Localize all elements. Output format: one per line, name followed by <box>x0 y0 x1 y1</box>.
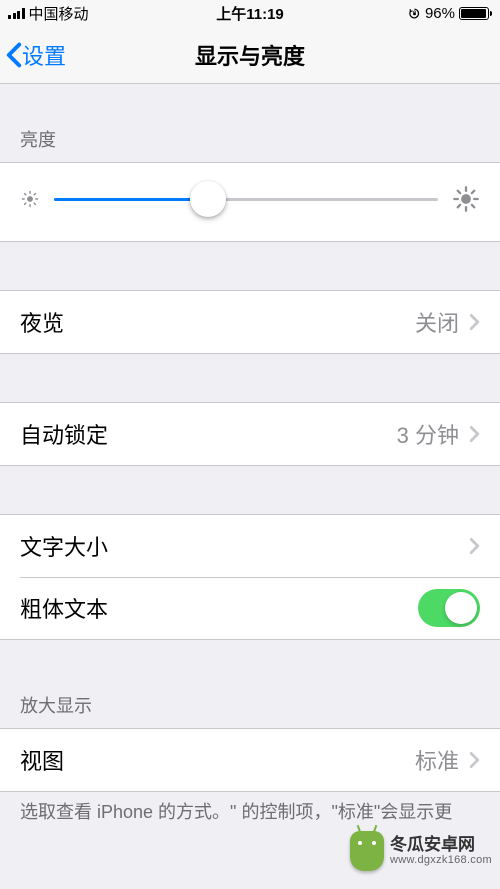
text-size-cell[interactable]: 文字大小 <box>0 515 500 577</box>
chevron-right-icon <box>469 425 480 443</box>
android-icon <box>350 831 384 871</box>
view-label: 视图 <box>20 744 64 776</box>
brightness-slider[interactable] <box>54 198 438 201</box>
back-button[interactable]: 设置 <box>6 39 66 71</box>
sun-large-icon <box>452 185 480 213</box>
watermark: 冬瓜安卓网 www.dgxzk168.com <box>350 831 492 871</box>
night-shift-cell[interactable]: 夜览 关闭 <box>0 291 500 353</box>
auto-lock-label: 自动锁定 <box>20 418 108 450</box>
battery-icon <box>459 7 492 20</box>
brightness-header: 亮度 <box>0 84 500 162</box>
chevron-left-icon <box>6 42 22 68</box>
auto-lock-cell[interactable]: 自动锁定 3 分钟 <box>0 403 500 465</box>
spacer <box>0 354 500 402</box>
page-title: 显示与亮度 <box>195 39 305 71</box>
battery-percent: 96% <box>425 5 455 22</box>
night-shift-label: 夜览 <box>20 306 64 338</box>
carrier-label: 中国移动 <box>29 3 89 24</box>
text-size-label: 文字大小 <box>20 530 108 562</box>
status-right: 96% <box>408 5 492 22</box>
bold-text-label: 粗体文本 <box>20 592 108 624</box>
auto-lock-value: 3 分钟 <box>397 418 459 450</box>
view-cell[interactable]: 视图 标准 <box>0 729 500 791</box>
toggle-knob <box>445 592 477 624</box>
rotation-lock-icon <box>408 7 421 20</box>
zoom-header: 放大显示 <box>0 640 500 728</box>
sun-small-icon <box>20 189 40 209</box>
back-label: 设置 <box>22 39 66 71</box>
slider-fill <box>54 198 208 201</box>
status-left: 中国移动 <box>8 3 89 24</box>
night-shift-value: 关闭 <box>415 306 459 338</box>
zoom-footer: 选取查看 iPhone 的方式。" 的控制项，"标准"会显示更 <box>0 792 500 833</box>
bold-text-toggle[interactable] <box>418 589 480 627</box>
brightness-cell <box>0 162 500 242</box>
spacer <box>0 242 500 290</box>
battery-fill <box>461 9 486 18</box>
chevron-right-icon <box>469 313 480 331</box>
spacer <box>0 466 500 514</box>
slider-thumb[interactable] <box>190 181 226 217</box>
bold-text-cell: 粗体文本 <box>0 577 500 639</box>
chevron-right-icon <box>469 537 480 555</box>
nav-bar: 设置 显示与亮度 <box>0 26 500 84</box>
status-time: 上午11:19 <box>216 3 284 24</box>
view-value: 标准 <box>415 744 459 776</box>
watermark-name: 冬瓜安卓网 <box>390 836 492 855</box>
chevron-right-icon <box>469 751 480 769</box>
watermark-url: www.dgxzk168.com <box>390 854 492 866</box>
status-bar: 中国移动 上午11:19 96% <box>0 0 500 26</box>
signal-icon <box>8 7 25 19</box>
